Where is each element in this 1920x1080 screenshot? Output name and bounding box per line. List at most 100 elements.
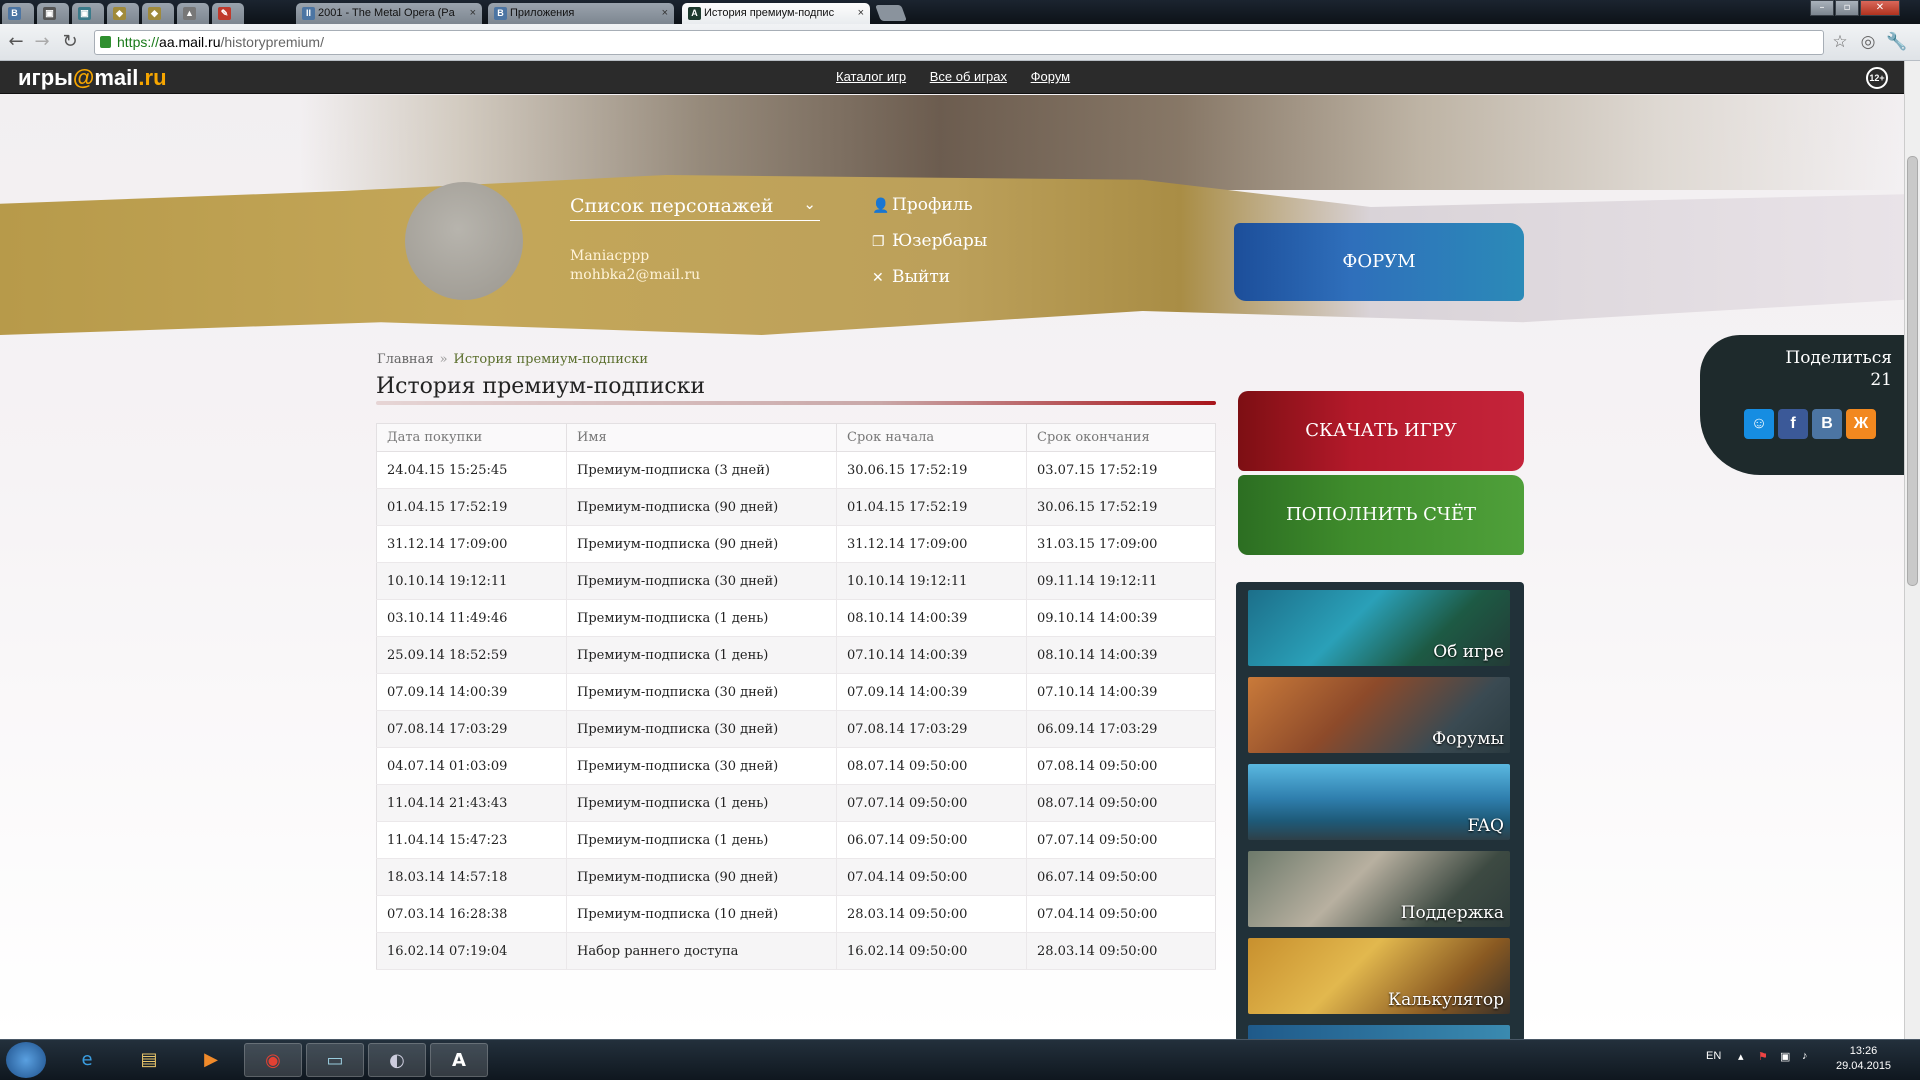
character-select[interactable]: Список персонажей ⌄ [570,195,820,221]
column-header: Срок начала [836,423,1027,452]
table-cell: 03.07.15 17:52:19 [1026,451,1216,489]
chrome-icon[interactable]: ◉ [244,1043,302,1077]
internet-explorer-icon[interactable]: e [58,1043,116,1077]
user-email: mohbka2@mail.ru [570,267,701,283]
logout-label: Выйти [892,267,951,287]
vk-icon[interactable]: B [1812,409,1842,439]
back-icon[interactable]: ← [6,32,26,52]
table-row: 07.09.14 14:00:39 Премиум-подписка (30 дн… [376,673,1216,711]
network-icon[interactable]: ▣ [1780,1050,1790,1063]
close-icon[interactable]: × [662,3,668,24]
table-cell: 10.10.14 19:12:11 [836,562,1027,600]
top-up-account-button[interactable]: ПОПОЛНИТЬ СЧЁТ [1238,475,1524,555]
address-bar[interactable]: https://aa.mail.ru/historypremium/ [94,30,1824,55]
avatar[interactable] [405,182,523,300]
table-cell: 07.08.14 09:50:00 [1026,747,1216,785]
user-menu: 👤 Профиль ❐ Юзербары ✕ Выйти [872,195,987,303]
language-indicator[interactable]: EN [1706,1050,1721,1062]
sidebar-link-support[interactable]: Поддержка [1248,851,1510,927]
sidebar-link-calculator[interactable]: Калькулятор [1248,938,1510,1014]
logo-mail: mail [94,65,139,90]
system-clock[interactable]: 13:26 29.04.2015 [1836,1044,1891,1074]
vk-icon: B [8,7,21,20]
table-cell: 07.10.14 14:00:39 [1026,673,1216,711]
column-header: Дата покупки [376,423,567,452]
volume-icon[interactable]: ♪ [1802,1050,1808,1062]
table-cell: Премиум-подписка (30 дней) [566,562,837,600]
maximize-button[interactable]: ▫ [1835,0,1859,16]
site-logo[interactable]: игры@mail.ru [18,65,167,91]
logout-link[interactable]: ✕ Выйти [872,267,987,303]
minimize-button[interactable]: – [1810,0,1834,16]
browser-tab[interactable]: B [2,3,34,24]
userbars-link[interactable]: ❐ Юзербары [872,231,987,267]
browser-tab[interactable]: ◆ [107,3,139,24]
moimir-icon[interactable]: ☺ [1744,409,1774,439]
table-cell: 10.10.14 19:12:11 [376,562,567,600]
sidebar-link-label: Форумы [1432,729,1504,749]
odnoklassniki-icon[interactable]: Ж [1846,409,1876,439]
table-row: 25.09.14 18:52:59 Премиум-подписка (1 ден… [376,636,1216,674]
sidebar-link-label: Об игре [1433,642,1504,662]
browser-tab[interactable]: ▣ [37,3,69,24]
table-cell: Премиум-подписка (30 дней) [566,747,837,785]
forum-button[interactable]: ФОРУМ [1234,223,1524,301]
facebook-icon[interactable]: f [1778,409,1808,439]
flag-icon[interactable]: ⚑ [1758,1050,1768,1063]
table-cell: 07.08.14 17:03:29 [836,710,1027,748]
steam-icon[interactable]: ◐ [368,1043,426,1077]
clock-time: 13:26 [1849,1045,1878,1057]
extension-icon[interactable]: ◎ [1858,32,1878,52]
breadcrumb: Главная » История премиум-подписки [377,352,648,367]
sidebar-link-faq[interactable]: FAQ [1248,764,1510,840]
close-icon[interactable]: × [858,3,864,24]
browser-tab[interactable]: II 2001 - The Metal Opera (Pa × [296,3,482,24]
table-cell: 07.09.14 14:00:39 [376,673,567,711]
reload-icon[interactable]: ↻ [60,32,80,52]
file-explorer-icon[interactable]: ▤ [120,1043,178,1077]
nav-about-games-link[interactable]: Все об играх [930,69,1007,84]
scrollbar-thumb[interactable] [1907,156,1918,586]
profile-link[interactable]: 👤 Профиль [872,195,987,231]
archeage-icon[interactable]: A [430,1043,488,1077]
table-cell: Премиум-подписка (90 дней) [566,488,837,526]
table-row: 11.04.14 15:47:23 Премиум-подписка (1 ден… [376,821,1216,859]
table-cell: 01.04.15 17:52:19 [376,488,567,526]
logo-main: игры [18,65,73,90]
breadcrumb-home-link[interactable]: Главная [377,352,434,367]
table-cell: 18.03.14 14:57:18 [376,858,567,896]
browser-tab[interactable]: ◆ [142,3,174,24]
browser-tab-active[interactable]: A История премиум-подпис × [682,3,870,24]
sidebar-link-about[interactable]: Об игре [1248,590,1510,666]
nav-forum-link[interactable]: Форум [1031,69,1071,84]
browser-tab[interactable]: ▣ [72,3,104,24]
tab-label: Приложения [510,7,575,19]
table-cell: 16.02.14 09:50:00 [836,932,1027,970]
url-scheme: https:// [117,34,160,50]
table-cell: 09.11.14 19:12:11 [1026,562,1216,600]
notepad-icon[interactable]: ▭ [306,1043,364,1077]
app-icon: ◆ [113,7,126,20]
sidebar-link-forums[interactable]: Форумы [1248,677,1510,753]
nav-catalog-link[interactable]: Каталог игр [836,69,906,84]
share-label: Поделиться 21 [1785,347,1892,391]
sidebar-link-partial[interactable] [1248,1025,1510,1039]
sidebar-link-label: Калькулятор [1387,990,1504,1010]
close-window-button[interactable]: ✕ [1860,0,1900,16]
app-icon: ▣ [78,7,91,20]
new-tab-button[interactable] [875,5,907,21]
browser-tab[interactable]: B Приложения × [488,3,674,24]
media-player-icon[interactable]: ▶ [182,1043,240,1077]
download-game-button[interactable]: СКАЧАТЬ ИГРУ [1238,391,1524,471]
close-icon[interactable]: × [470,3,476,24]
browser-tab[interactable]: ▲ [177,3,209,24]
tray-expand-icon[interactable]: ▴ [1738,1050,1744,1063]
browser-tab[interactable]: ✎ [212,3,244,24]
start-button[interactable] [6,1042,46,1078]
table-cell: 04.07.14 01:03:09 [376,747,567,785]
page-scrollbar[interactable] [1904,61,1920,1039]
forward-icon[interactable]: → [32,32,52,52]
wrench-icon[interactable]: 🔧 [1886,32,1907,52]
table-row: 18.03.14 14:57:18 Премиум-подписка (90 дн… [376,858,1216,896]
bookmark-star-icon[interactable]: ☆ [1830,32,1850,52]
